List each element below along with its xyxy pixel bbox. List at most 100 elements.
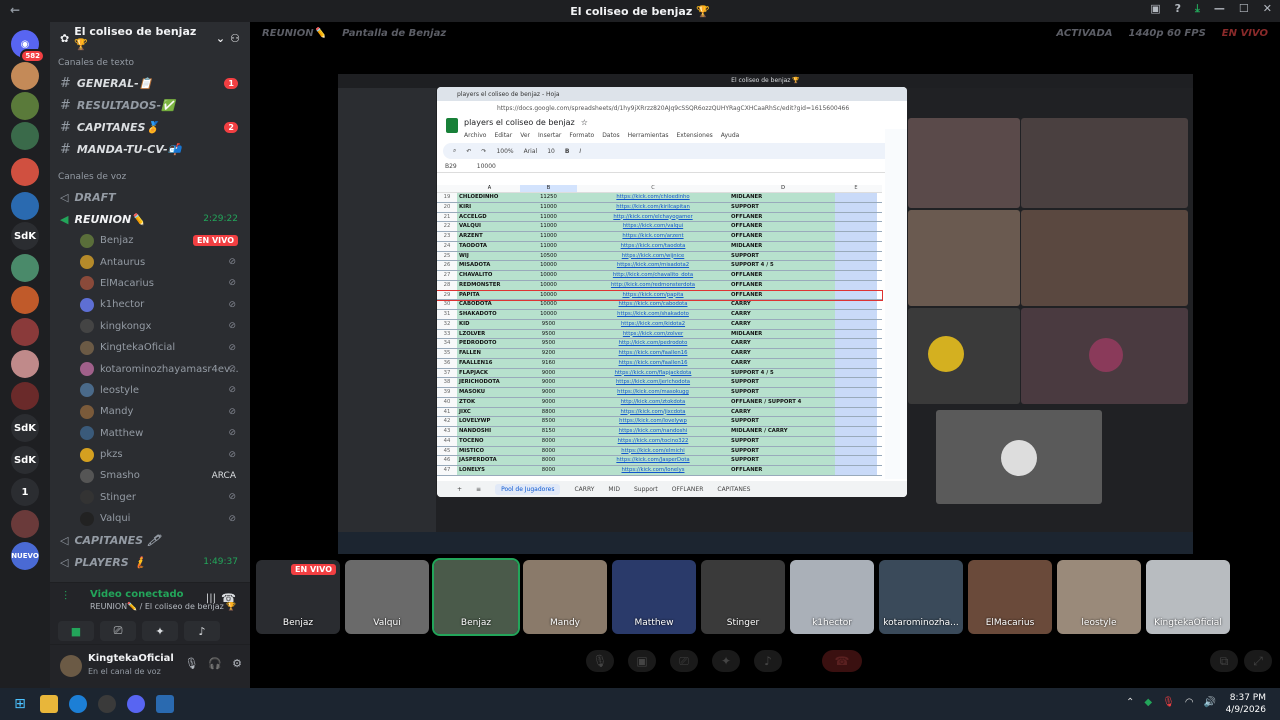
cell-empty[interactable] [835,427,877,436]
participant-tile[interactable]: Matthew [612,560,696,634]
screen-share-button[interactable]: ⎚ [100,621,136,641]
cell-player[interactable]: PEDRODOTO [457,339,520,348]
participant-tile[interactable]: Benjaz EN VIVO [256,560,340,634]
video-tile[interactable] [1021,118,1188,208]
table-row[interactable]: 33 LZOLVER 9500 https://kick.com/zolver MIDL… [437,329,882,340]
cell-empty[interactable] [835,241,877,251]
cell-role[interactable]: MIDLANER / CARRY [729,427,835,436]
table-row[interactable]: 46 JASPERDOTA 8000 https://kick.com/JasperD… [437,456,882,466]
cell-link[interactable]: http://kick.com/elchayogamer [577,212,729,222]
voice-channel-players[interactable]: ◁ PLAYERS 🧜 1:49:37 [50,551,250,573]
cell-role[interactable]: OFFLANER [729,212,835,222]
voice-member[interactable]: Antaurus ⊘ [50,251,250,272]
table-row[interactable]: 44 TOCENO 8000 https://kick.com/tocino322 SU… [437,436,882,447]
menu-item[interactable]: Ver [520,132,530,139]
cell-player[interactable]: LOVELYWP [457,417,520,426]
cell-mmr[interactable]: 8000 [520,456,577,465]
menu-item[interactable]: Herramientas [628,132,669,139]
cell-player[interactable]: FLAPJACK [457,368,520,378]
cell-empty[interactable] [835,358,877,368]
table-row[interactable]: 42 LOVELYWP 8500 https://kick.com/lovelywp S… [437,417,882,427]
cell-mmr[interactable]: 8500 [520,417,577,426]
cell-player[interactable]: CHAVALITO [457,271,520,280]
browser-tab[interactable]: players el coliseo de benjaz - Hoja [457,91,560,98]
menu-item[interactable]: Editar [494,132,512,139]
cell-link[interactable]: https://kick.com/tocino322 [577,436,729,446]
download-icon[interactable]: ⤓ [1195,2,1200,16]
cell-player[interactable]: PAPITA [457,290,520,300]
cell-empty[interactable] [835,212,877,222]
soundboard-button[interactable]: ♪ [184,621,220,641]
cell-empty[interactable] [835,222,877,231]
cell-player[interactable]: JIXC [457,407,520,417]
add-member-icon[interactable]: ⚇ [230,32,240,45]
cell-link[interactable]: https://kick.com/misadota2 [577,261,729,270]
cell-empty[interactable] [835,280,877,290]
table-row[interactable]: 47 LONELYS 8000 https://kick.com/lonelys OFF… [437,466,882,476]
table-row[interactable]: 21 ACCELGD 11000 http://kick.com/elchayogam… [437,212,882,223]
voice-member[interactable]: kotarominozhayamasr4ev... ⊘ [50,358,250,379]
cell-empty[interactable] [835,407,877,417]
cell-mmr[interactable]: 10000 [520,300,577,309]
cell-mmr[interactable]: 10000 [520,290,577,300]
cell-link[interactable]: https://kick.com/flapjackdota [577,368,729,378]
settings-gear-icon[interactable]: ⚙ [232,657,242,670]
mic-icon[interactable]: 🎙 [184,657,198,670]
voice-category[interactable]: Canales de voz [50,168,250,186]
cell-player[interactable]: LZOLVER [457,329,520,339]
table-row[interactable]: 45 MISTICO 8000 https://kick.com/elmichi SUP… [437,446,882,457]
cell-role[interactable]: MIDLANER [729,241,835,251]
table-row[interactable]: 32 KID 9500 https://kick.com/kidota2 CARRY [437,319,882,330]
noise-suppression-icon[interactable]: ||| [206,593,216,604]
voice-member[interactable]: Benjaz EN VIVO [50,230,250,251]
table-row[interactable]: 41 JIXC 8800 https://kick.com/jixcdota CARRY [437,407,882,418]
cell-role[interactable]: CARRY [729,319,835,329]
cell-link[interactable]: https://kick.com/lonelys [577,466,729,475]
sheet-tab[interactable]: CARRY [574,486,594,493]
cell-mmr[interactable]: 9000 [520,397,577,407]
cell-role[interactable]: SUPPORT [729,251,835,261]
channel-general[interactable]: # GENERAL-📋 1 [50,72,250,94]
camera-icon[interactable]: ▣ [628,650,656,672]
video-tile[interactable] [908,308,1020,404]
cell-mmr[interactable]: 8800 [520,407,577,417]
voice-member[interactable]: Valqui ⊘ [50,508,250,529]
cell-player[interactable]: FAALLEN16 [457,358,520,368]
cell-link[interactable]: https://kick.com/shakadoto [577,310,729,319]
cell-player[interactable]: MISADOTA [457,261,520,270]
formula-input[interactable]: 10000 [477,163,496,170]
cell-mmr[interactable]: 9160 [520,358,577,368]
table-row[interactable]: 26 MISADOTA 10000 https://kick.com/misadota… [437,261,882,271]
cell-link[interactable]: https://kick.com/taodota [577,241,729,251]
cell-player[interactable]: KIRI [457,202,520,212]
voice-channel-capitanes[interactable]: ◁ CAPITANES 🖊 [50,529,250,551]
cell-link[interactable]: https://kick.com/valqui [577,222,729,231]
cell-mmr[interactable]: 8000 [520,446,577,456]
notepad-icon[interactable] [156,695,174,713]
cell-empty[interactable] [835,290,877,300]
cell-empty[interactable] [835,271,877,280]
cell-link[interactable]: https://kick.com/kidota2 [577,319,729,329]
cell-link[interactable]: https://kick.com/lovelywp [577,417,729,426]
cell-player[interactable]: CHLOEDINHO [457,193,520,202]
mic-tray-icon[interactable]: 🎙 [1162,697,1175,708]
sheet-tab[interactable]: Support [634,486,658,493]
cell-player[interactable]: REDMONSTER [457,280,520,290]
cell-player[interactable]: MISTICO [457,446,520,456]
server-icon[interactable]: SdK [11,446,39,474]
table-row[interactable]: 29 PAPITA 10000 https://kick.com/papita OFFL… [437,289,883,302]
cell-empty[interactable] [835,349,877,358]
text-category[interactable]: Canales de texto [50,54,250,72]
cell-link[interactable]: https://kick.com/arzent [577,232,729,241]
table-row[interactable]: 38 JERICHODOTA 9000 https://kick.com/jerich… [437,378,882,388]
sheet-tab[interactable]: Pool de Jugadores [495,483,561,495]
server-icon[interactable] [11,92,39,120]
undo-icon[interactable]: ↶ [466,148,471,155]
cell-link[interactable]: https://kick.com/JasperDota [577,456,729,465]
video-tile[interactable] [908,118,1020,208]
server-icon[interactable] [11,510,39,538]
maximize-button[interactable]: ☐ [1239,2,1249,16]
cell-mmr[interactable]: 9500 [520,329,577,339]
cell-mmr[interactable]: 10000 [520,280,577,290]
table-row[interactable]: 23 ARZENT 11000 https://kick.com/arzent OFFL… [437,232,882,242]
